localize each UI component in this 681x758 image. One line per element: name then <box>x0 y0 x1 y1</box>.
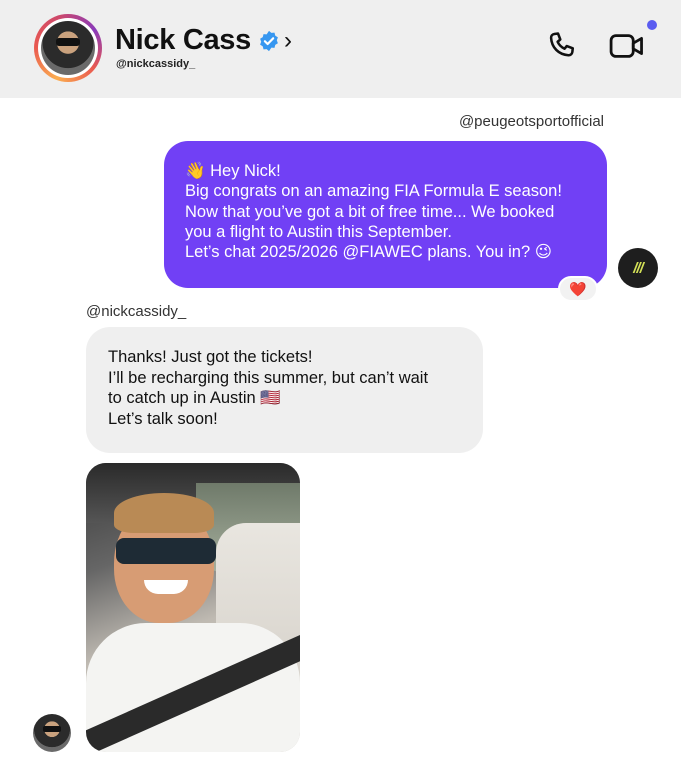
message-line: 👋 Hey Nick! <box>185 162 281 180</box>
sender-avatar[interactable]: /// <box>618 248 658 288</box>
heart-reaction[interactable]: ❤️ <box>558 276 598 302</box>
message-line: to catch up in Austin 🇺🇸 <box>108 389 281 407</box>
phone-icon[interactable] <box>545 30 579 64</box>
message-line: Let’s chat 2025/2026 @FIAWEC plans. You … <box>185 243 552 262</box>
avatar[interactable] <box>33 714 71 752</box>
video-camera-icon[interactable] <box>609 30 645 62</box>
active-call-dot <box>647 20 657 30</box>
contact-name: Nick Cass <box>115 24 251 56</box>
incoming-message-bubble[interactable]: Thanks! Just got the tickets! I’ll be re… <box>86 327 483 453</box>
photo-message[interactable] <box>86 463 300 752</box>
verified-badge-icon <box>260 30 278 51</box>
message-line: Let’s talk soon! <box>108 409 218 428</box>
profile-avatar-story-ring[interactable] <box>34 14 102 82</box>
message-line: I’ll be recharging this summer, but can’… <box>108 368 429 387</box>
avatar <box>41 21 95 75</box>
message-line: Now that you’ve got a bit of free time..… <box>185 202 555 221</box>
chevron-right-icon: › <box>283 26 292 54</box>
outgoing-message-bubble[interactable]: 👋 Hey Nick! Big congrats on an amazing F… <box>164 141 607 288</box>
contact-handle: @nickcassidy_ <box>116 58 196 70</box>
message-line: you a flight to Austin this September. <box>185 222 452 241</box>
message-line: Big congrats on an amazing FIA Formula E… <box>185 182 562 201</box>
sender-label: @peugeotsportofficial <box>458 113 604 130</box>
sender-label: @nickcassidy_ <box>86 303 187 320</box>
contact-name-link[interactable]: Nick Cass › <box>115 24 292 57</box>
chat-header: Nick Cass › @nickcassidy_ <box>0 0 681 98</box>
message-line: Thanks! Just got the tickets! <box>108 348 313 366</box>
